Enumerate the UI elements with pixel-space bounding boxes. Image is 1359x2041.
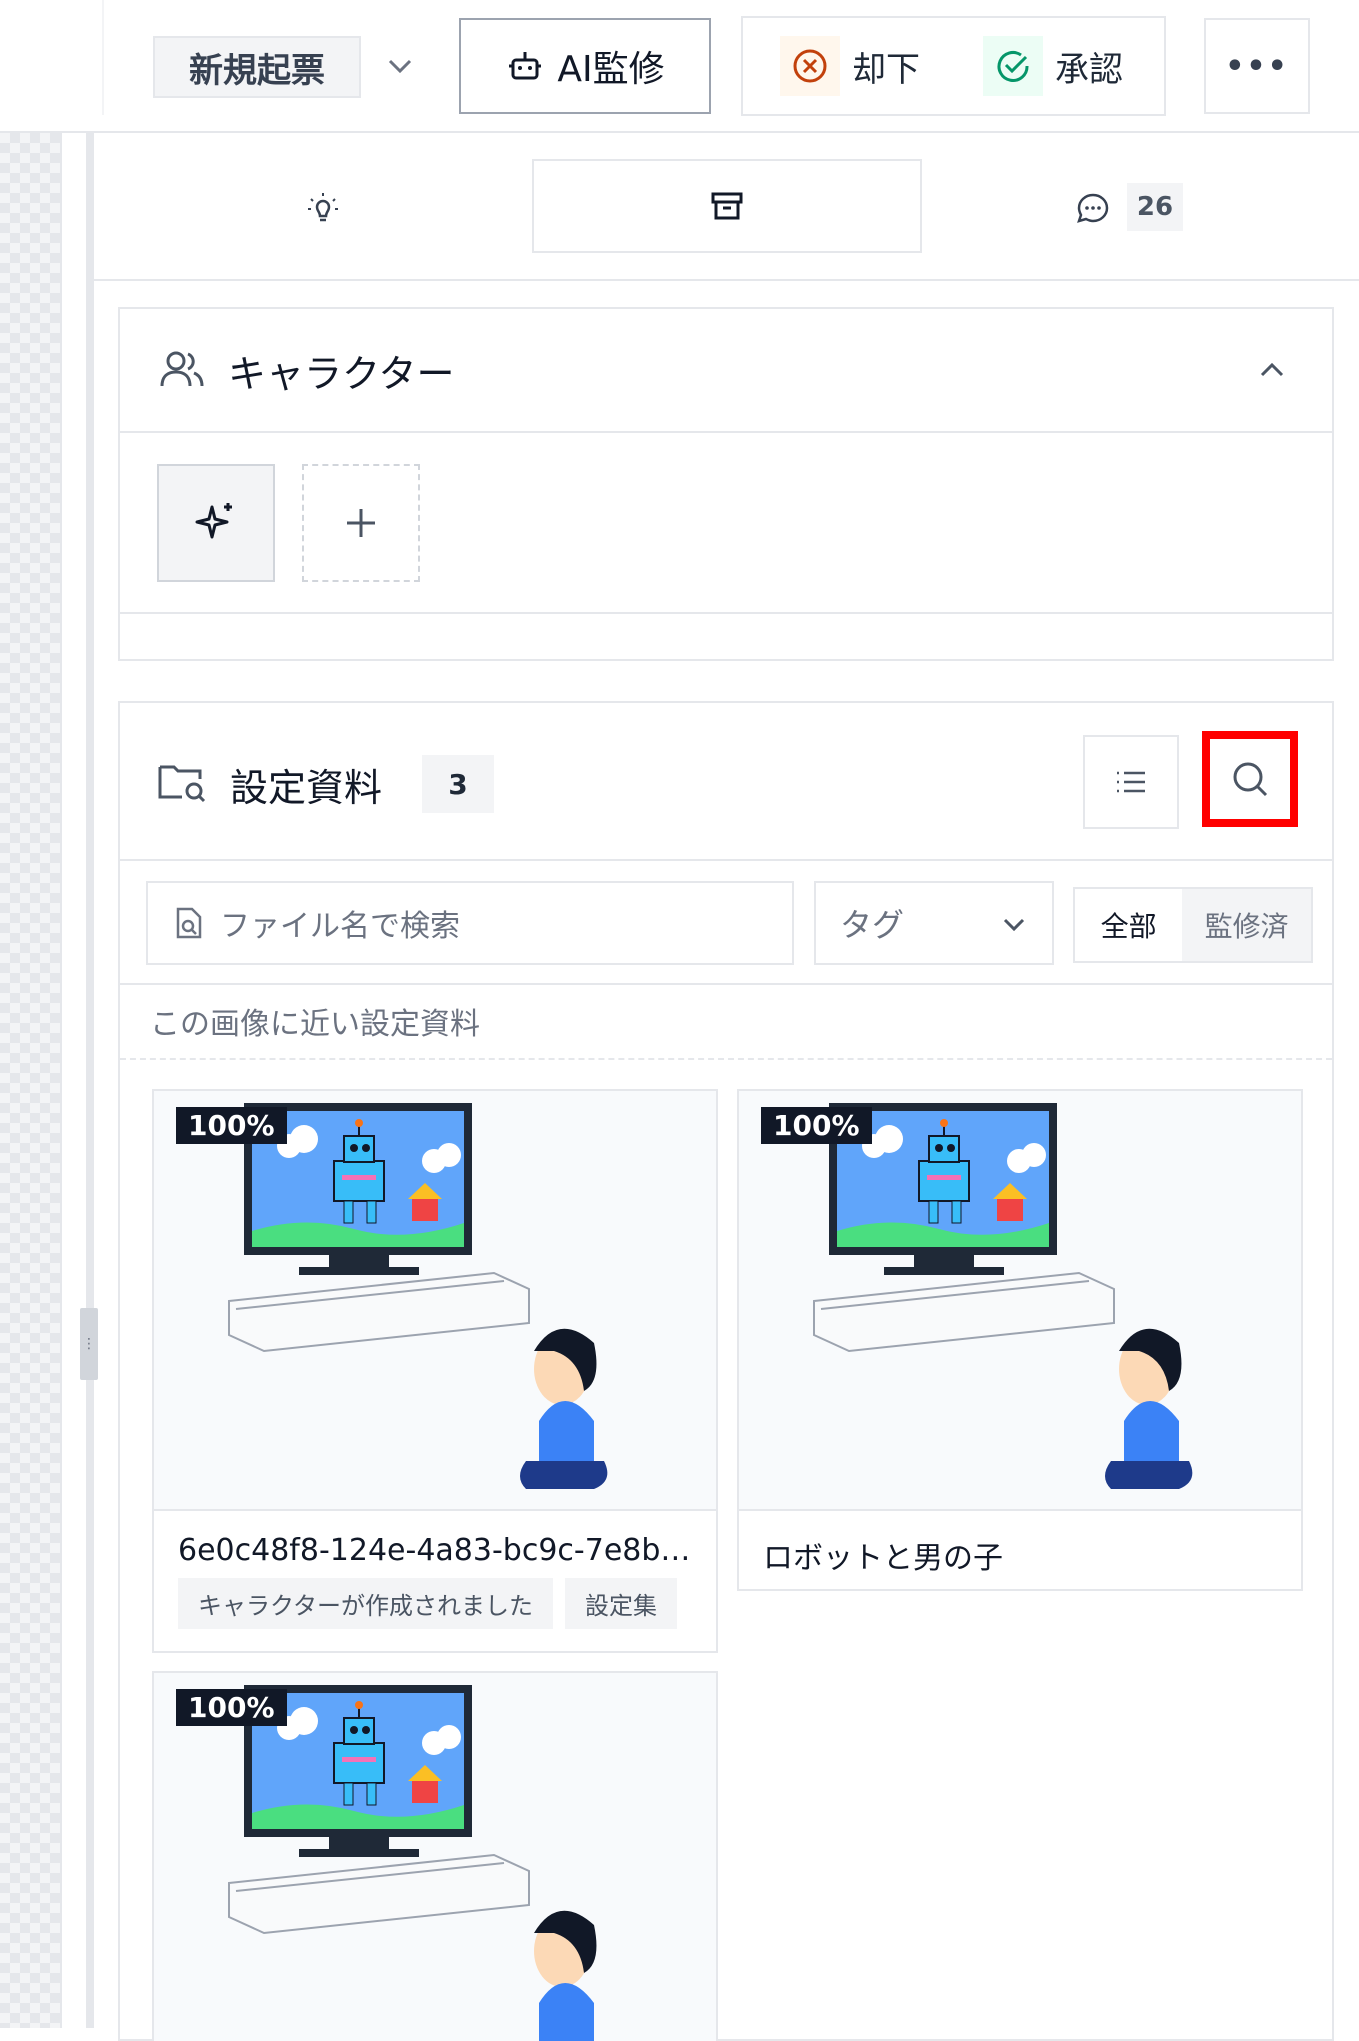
tab-ideas[interactable] (303, 189, 343, 229)
robot-tv-illustration (813, 1103, 1193, 1489)
comment-icon (1077, 193, 1109, 223)
panel-divider (86, 133, 94, 2028)
reject-button[interactable]: 却下 (780, 36, 980, 96)
top-toolbar: 新規起票 AI監修 却下 承認 ••• (0, 0, 1359, 133)
plus-icon (347, 509, 375, 537)
ai-review-label: AI監修 (557, 49, 665, 90)
character-section: キャラクター (118, 307, 1334, 661)
folder-search-icon (158, 765, 206, 803)
search-icon (1233, 762, 1268, 797)
material-thumbnail: 100% (154, 1673, 716, 2041)
list-icon (1117, 771, 1145, 793)
comment-count-badge: 26 (1127, 183, 1183, 231)
filter-all-option[interactable]: 全部 (1075, 889, 1183, 961)
file-search-placeholder: ファイル名で検索 (220, 909, 460, 944)
reject-icon (780, 36, 840, 96)
material-name: 6e0c48f8-124e-4a83-bc9c-7e8b… (178, 1533, 691, 1568)
caption-separator (120, 1058, 1332, 1060)
character-section-title: キャラクター (228, 351, 455, 396)
archive-box-icon (711, 192, 743, 220)
settings-section-title: 設定資料 (230, 766, 383, 810)
settings-count: 3 (448, 767, 468, 801)
draft-select-button[interactable]: 新規起票 (153, 36, 361, 98)
section-separator (120, 859, 1332, 861)
resize-handle[interactable]: ⋮ (80, 1308, 98, 1380)
draft-label: 新規起票 (189, 50, 325, 91)
file-search-field[interactable]: ファイル名で検索 (146, 881, 794, 965)
material-card[interactable]: 100% (152, 1671, 718, 2041)
material-thumbnail: 100% (154, 1091, 716, 1509)
tab-archive[interactable] (532, 159, 922, 253)
similarity-badge: 100% (176, 1689, 287, 1726)
file-search-icon (176, 907, 202, 939)
settings-section: 設定資料 3 ファイル名で検索 タグ 全部 監修済 この画像に近い設定資料 10… (118, 701, 1334, 2041)
character-section-header[interactable]: キャラクター (120, 309, 1332, 431)
filter-reviewed-label: 監修済 (1204, 910, 1289, 943)
canvas-area (0, 133, 62, 2028)
add-character-button[interactable] (302, 464, 420, 582)
list-view-button[interactable] (1083, 735, 1179, 829)
settings-count-badge: 3 (422, 755, 494, 813)
approve-label: 承認 (1055, 49, 1123, 90)
ai-review-button[interactable]: AI監修 (459, 18, 711, 114)
material-tag: キャラクターが作成されました (178, 1578, 554, 1629)
chevron-down-icon[interactable] (380, 46, 420, 86)
section-separator (120, 612, 1332, 614)
material-tag: 設定集 (565, 1578, 678, 1629)
similar-materials-caption: この画像に近い設定資料 (150, 1007, 480, 1042)
sparkles-icon (195, 503, 232, 539)
similarity-badge: 100% (176, 1107, 287, 1144)
sidebar-tabbar: 26 (94, 133, 1359, 281)
ai-generate-character-button[interactable] (157, 464, 275, 582)
similarity-badge: 100% (761, 1107, 872, 1144)
filter-all-label: 全部 (1100, 910, 1157, 943)
users-icon (160, 351, 204, 387)
more-icon: ••• (1225, 48, 1289, 84)
toolbar-divider (102, 0, 104, 115)
robot-tv-illustration (228, 1685, 597, 2041)
reject-label: 却下 (852, 49, 920, 90)
material-thumbnail: 100% (739, 1091, 1301, 1509)
approve-button[interactable]: 承認 (983, 36, 1163, 96)
search-toggle-button[interactable] (1202, 731, 1298, 827)
lightbulb-icon (308, 193, 338, 222)
robot-icon (509, 52, 542, 80)
tag-select[interactable]: タグ (814, 881, 1054, 965)
approve-icon (983, 36, 1043, 96)
chevron-up-icon[interactable] (1252, 350, 1292, 390)
robot-tv-illustration (228, 1103, 608, 1489)
filter-reviewed-option[interactable]: 監修済 (1182, 889, 1311, 961)
more-options-button[interactable]: ••• (1204, 18, 1310, 114)
settings-section-header: 設定資料 3 (120, 703, 1332, 859)
section-separator (120, 983, 1332, 985)
material-card[interactable]: 100% 6e0c48f8-124e-4a83-bc9c-7e8b… キャラクタ… (152, 1089, 718, 1653)
material-card[interactable]: 100% ロボットと男の子 (737, 1089, 1303, 1591)
tab-comments[interactable] (1073, 189, 1113, 229)
comment-count: 26 (1136, 192, 1174, 222)
chevron-down-icon (1003, 918, 1025, 932)
material-name: ロボットと男の子 (763, 1541, 1003, 1576)
section-separator (120, 431, 1332, 433)
tag-select-label: タグ (840, 906, 905, 944)
review-status-toggle: 全部 監修済 (1073, 887, 1313, 963)
